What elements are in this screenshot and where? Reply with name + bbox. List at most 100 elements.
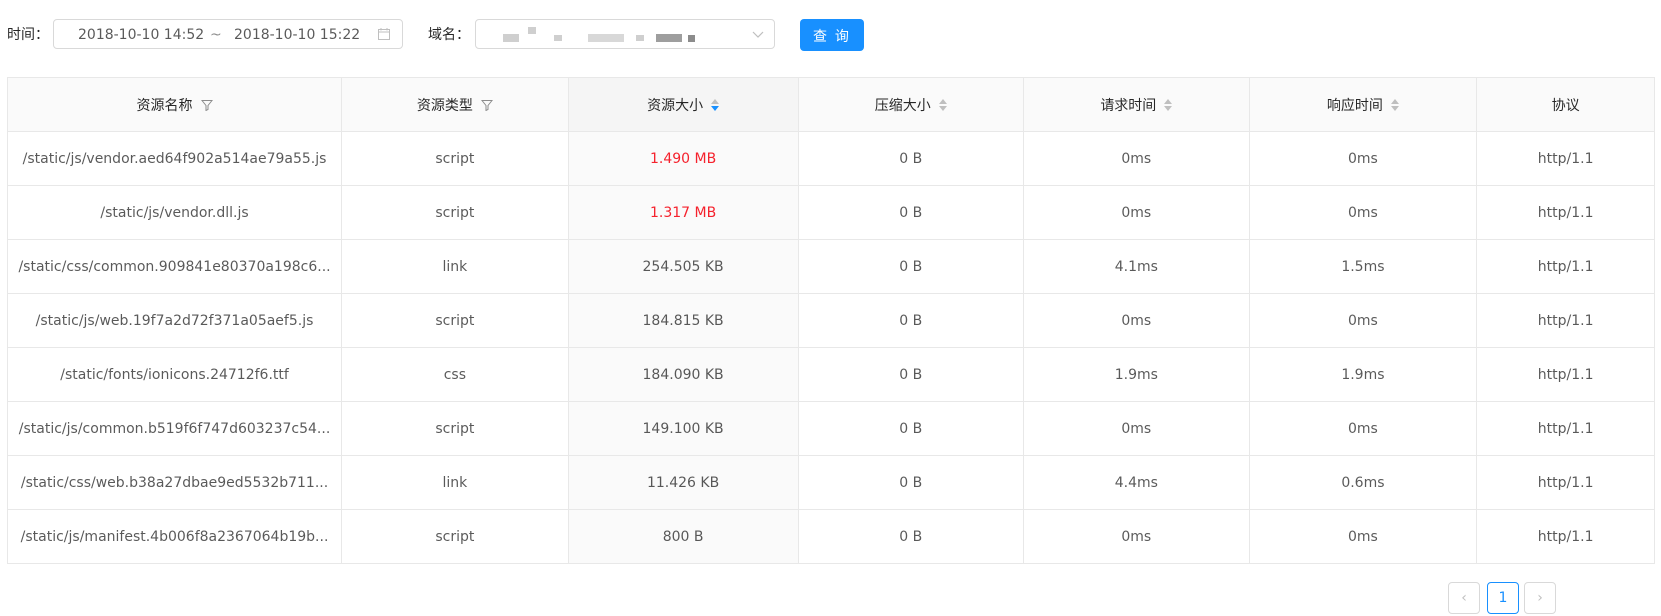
- col-header-label: 资源类型: [416, 97, 473, 114]
- cell-compressed-size: 0 B: [797, 131, 1025, 186]
- cell-request-time: 4.4ms: [1023, 455, 1250, 510]
- cell-size: 1.490 MB: [567, 131, 799, 186]
- col-header-label: 资源名称: [136, 97, 193, 114]
- cell-protocol: http/1.1: [1476, 131, 1655, 186]
- cell-name: /static/js/vendor.dll.js: [6, 185, 343, 240]
- cell-type: link: [341, 239, 569, 294]
- cell-response-time: 0ms: [1248, 509, 1478, 564]
- table-row: /static/css/common.909841e80370a198c6...…: [6, 239, 1655, 294]
- chevron-down-icon: [752, 31, 764, 38]
- cell-size: 800 B: [567, 509, 799, 564]
- cell-name: /static/css/common.909841e80370a198c6...: [6, 239, 343, 294]
- cell-type: script: [341, 185, 569, 240]
- cell-type: link: [341, 455, 569, 510]
- redacted-domain: [528, 27, 536, 34]
- cell-compressed-size: 0 B: [797, 455, 1025, 510]
- cell-size: 184.815 KB: [567, 293, 799, 348]
- cell-size: 1.317 MB: [567, 185, 799, 240]
- cell-compressed-size: 0 B: [797, 401, 1025, 456]
- cell-size: 254.505 KB: [567, 239, 799, 294]
- redacted-domain: [588, 34, 624, 42]
- cell-compressed-size: 0 B: [797, 293, 1025, 348]
- cell-response-time: 0ms: [1248, 185, 1478, 240]
- cell-type: script: [341, 293, 569, 348]
- cell-request-time: 0ms: [1023, 293, 1250, 348]
- cell-compressed-size: 0 B: [797, 509, 1025, 564]
- calendar-icon: [378, 28, 390, 40]
- cell-name: /static/js/common.b519f6f747d603237c54..…: [6, 401, 343, 456]
- col-header-label: 请求时间: [1100, 97, 1157, 114]
- redacted-domain: [636, 35, 644, 41]
- cell-compressed-size: 0 B: [797, 347, 1025, 402]
- table-row: /static/css/web.b38a27dbae9ed5532b711...…: [6, 455, 1655, 510]
- cell-response-time: 0ms: [1248, 293, 1478, 348]
- cell-size: 184.090 KB: [567, 347, 799, 402]
- date-separator: ~: [210, 27, 222, 43]
- cell-request-time: 0ms: [1023, 131, 1250, 186]
- cell-response-time: 1.5ms: [1248, 239, 1478, 294]
- col-header-request-time[interactable]: 请求时间: [1023, 77, 1250, 132]
- cell-compressed-size: 0 B: [797, 239, 1025, 294]
- date-end-input[interactable]: 2018-10-10 15:22: [234, 20, 360, 50]
- sort-icon[interactable]: [938, 98, 947, 111]
- cell-name: /static/js/web.19f7a2d72f371a05aef5.js: [6, 293, 343, 348]
- table-row: /static/js/common.b519f6f747d603237c54..…: [6, 401, 1655, 456]
- cell-protocol: http/1.1: [1476, 293, 1655, 348]
- cell-request-time: 0ms: [1023, 185, 1250, 240]
- cell-protocol: http/1.1: [1476, 455, 1655, 510]
- redacted-domain: [688, 35, 695, 42]
- resource-table: 资源名称 资源类型 资源大小 压缩大小 请求时间 响应时间 协议 /static…: [6, 77, 1655, 564]
- redacted-domain: [656, 34, 682, 42]
- col-header-type[interactable]: 资源类型: [341, 77, 569, 132]
- cell-size: 11.426 KB: [567, 455, 799, 510]
- cell-protocol: http/1.1: [1476, 401, 1655, 456]
- table-row: /static/fonts/ionicons.24712f6.ttf css 184…: [6, 347, 1655, 402]
- col-header-label: 资源大小: [647, 97, 704, 114]
- col-header-response-time[interactable]: 响应时间: [1248, 77, 1478, 132]
- pagination: ‹ 1 ›: [1448, 582, 1658, 614]
- table-header-row: 资源名称 资源类型 资源大小 压缩大小 请求时间 响应时间 协议: [6, 77, 1655, 132]
- cell-response-time: 1.9ms: [1248, 347, 1478, 402]
- domain-label: 域名：: [428, 27, 470, 43]
- table-row: /static/js/vendor.dll.js script 1.317 MB 0 …: [6, 185, 1655, 240]
- cell-request-time: 1.9ms: [1023, 347, 1250, 402]
- redacted-domain: [554, 35, 562, 41]
- cell-request-time: 0ms: [1023, 401, 1250, 456]
- cell-protocol: http/1.1: [1476, 347, 1655, 402]
- redacted-domain: [503, 34, 519, 42]
- domain-select[interactable]: [475, 19, 775, 49]
- cell-response-time: 0.6ms: [1248, 455, 1478, 510]
- date-start-input[interactable]: 2018-10-10 14:52: [78, 20, 204, 50]
- cell-response-time: 0ms: [1248, 131, 1478, 186]
- table-row: /static/js/vendor.aed64f902a514ae79a55.j…: [6, 131, 1655, 186]
- table-row: /static/js/manifest.4b006f8a2367064b19b.…: [6, 509, 1655, 564]
- cell-type: script: [341, 509, 569, 564]
- query-button[interactable]: 查 询: [800, 19, 864, 51]
- cell-protocol: http/1.1: [1476, 239, 1655, 294]
- cell-type: script: [341, 401, 569, 456]
- page-1-button[interactable]: 1: [1487, 582, 1519, 614]
- filter-icon[interactable]: [480, 99, 493, 111]
- filter-icon[interactable]: [200, 99, 213, 111]
- sort-icon[interactable]: [1390, 98, 1399, 111]
- sort-icon[interactable]: [711, 98, 720, 111]
- date-range-picker[interactable]: 2018-10-10 14:52 ~ 2018-10-10 15:22: [53, 19, 403, 49]
- sort-icon[interactable]: [1164, 98, 1173, 111]
- col-header-compressed-size[interactable]: 压缩大小: [797, 77, 1025, 132]
- cell-request-time: 4.1ms: [1023, 239, 1250, 294]
- col-header-label: 压缩大小: [874, 97, 931, 114]
- cell-type: css: [341, 347, 569, 402]
- cell-request-time: 0ms: [1023, 509, 1250, 564]
- col-header-name[interactable]: 资源名称: [6, 77, 343, 132]
- col-header-label: 协议: [1551, 97, 1580, 114]
- time-label: 时间：: [7, 27, 49, 43]
- cell-protocol: http/1.1: [1476, 185, 1655, 240]
- next-page-button[interactable]: ›: [1524, 582, 1556, 614]
- table-row: /static/js/web.19f7a2d72f371a05aef5.js sc…: [6, 293, 1655, 348]
- prev-page-button[interactable]: ‹: [1448, 582, 1480, 614]
- cell-protocol: http/1.1: [1476, 509, 1655, 564]
- col-header-size[interactable]: 资源大小: [567, 77, 799, 132]
- cell-type: script: [341, 131, 569, 186]
- cell-name: /static/css/web.b38a27dbae9ed5532b711...: [6, 455, 343, 510]
- cell-name: /static/fonts/ionicons.24712f6.ttf: [6, 347, 343, 402]
